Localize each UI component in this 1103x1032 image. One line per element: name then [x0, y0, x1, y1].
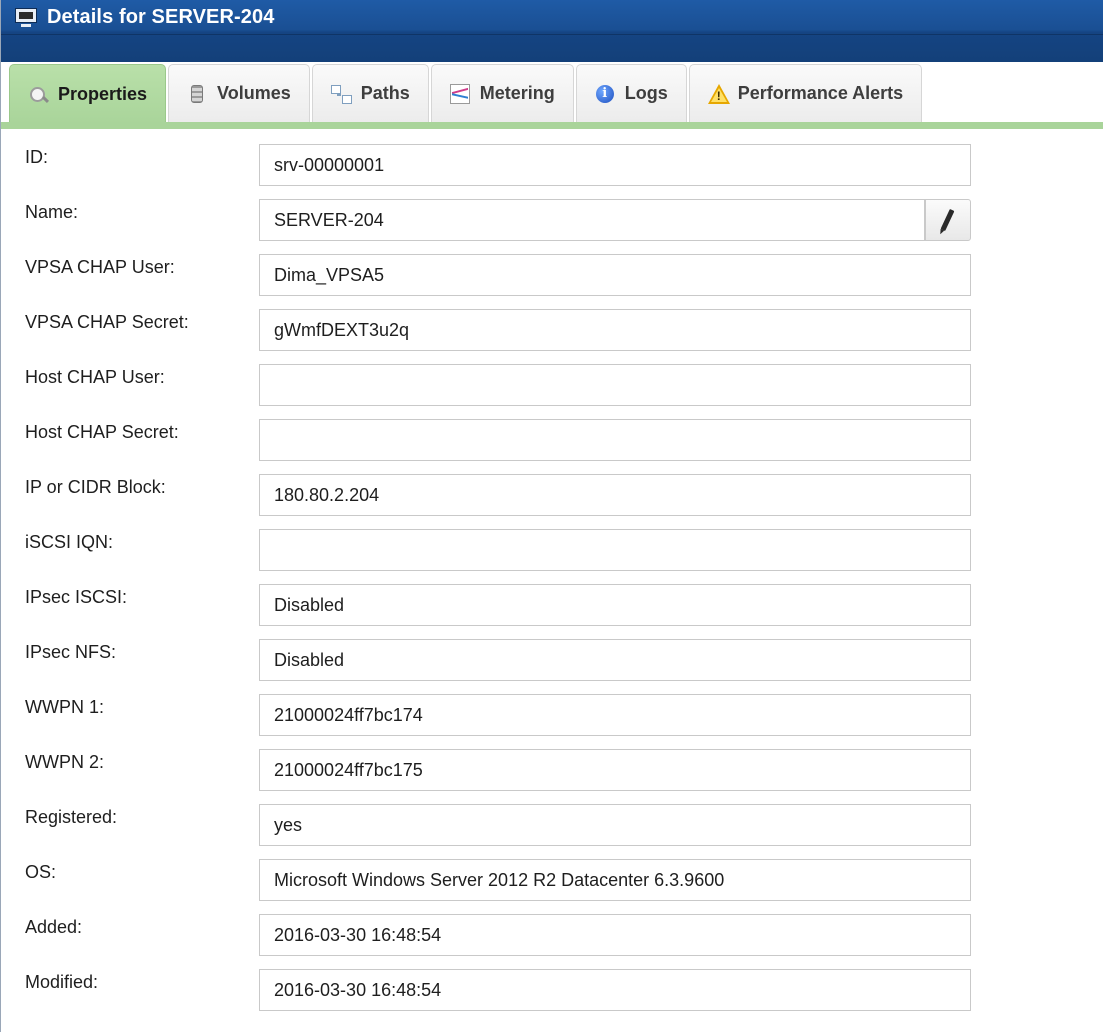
property-row-name: Name: SERVER-204 [1, 185, 1103, 241]
tab-performance-alerts[interactable]: Performance Alerts [688, 64, 923, 122]
tab-label: Paths [360, 83, 410, 103]
tab-label: Metering [479, 83, 555, 103]
registered-field[interactable]: yes [259, 804, 971, 846]
pencil-icon [940, 208, 955, 232]
name-field[interactable]: SERVER-204 [259, 199, 925, 241]
modified-field[interactable]: 2016-03-30 16:48:54 [259, 969, 971, 1011]
property-row-wwpn-1: WWPN 1: 21000024ff7bc174 [1, 680, 1103, 736]
database-icon [187, 84, 207, 104]
property-label: WWPN 2: [25, 752, 104, 772]
property-label: VPSA CHAP User: [25, 257, 175, 277]
vpsa-chap-secret-field[interactable]: gWmfDEXT3u2q [259, 309, 971, 351]
tab-label: Logs [624, 83, 668, 103]
tab-volumes[interactable]: Volumes [168, 64, 310, 122]
property-row-added: Added: 2016-03-30 16:48:54 [1, 900, 1103, 956]
tab-label: Performance Alerts [737, 83, 904, 103]
property-row-ipsec-nfs: IPsec NFS: Disabled [1, 625, 1103, 681]
warning-icon [707, 83, 730, 104]
property-label: ID: [25, 147, 49, 167]
tab-label: Properties [58, 84, 148, 104]
edit-name-button[interactable] [925, 199, 971, 241]
wwpn-1-field[interactable]: 21000024ff7bc174 [259, 694, 971, 736]
property-label: Host CHAP User: [25, 367, 165, 387]
tab-paths[interactable]: Paths [311, 64, 429, 122]
vpsa-chap-user-field[interactable]: Dima_VPSA5 [259, 254, 971, 296]
tab-strip: Properties Volumes Paths Metering Logs P… [1, 62, 1103, 129]
ip-cidr-field[interactable]: 180.80.2.204 [259, 474, 971, 516]
property-row-vpsa-chap-user: VPSA CHAP User: Dima_VPSA5 [1, 240, 1103, 296]
property-row-wwpn-2: WWPN 2: 21000024ff7bc175 [1, 735, 1103, 791]
monitor-icon [15, 7, 37, 28]
property-label: Host CHAP Secret: [25, 422, 179, 442]
property-label: Registered: [25, 807, 118, 827]
added-field[interactable]: 2016-03-30 16:48:54 [259, 914, 971, 956]
property-row-host-chap-secret: Host CHAP Secret: [1, 405, 1103, 461]
ipsec-nfs-field[interactable]: Disabled [259, 639, 971, 681]
host-chap-user-field[interactable] [259, 364, 971, 406]
property-label: WWPN 1: [25, 697, 104, 717]
property-label: OS: [25, 862, 57, 882]
chart-icon [449, 83, 470, 104]
property-row-ip-cidr: IP or CIDR Block: 180.80.2.204 [1, 460, 1103, 516]
property-label: IPsec NFS: [25, 642, 117, 662]
property-row-modified: Modified: 2016-03-30 16:48:54 [1, 955, 1103, 1011]
property-label: IPsec ISCSI: [25, 587, 128, 607]
property-row-vpsa-chap-secret: VPSA CHAP Secret: gWmfDEXT3u2q [1, 295, 1103, 351]
os-field[interactable]: Microsoft Windows Server 2012 R2 Datacen… [259, 859, 971, 901]
details-window: Details for SERVER-204 Properties Volume… [0, 0, 1103, 1032]
property-row-ipsec-iscsi: IPsec ISCSI: Disabled [1, 570, 1103, 626]
tab-label: Volumes [217, 83, 291, 103]
wwpn-2-field[interactable]: 21000024ff7bc175 [259, 749, 971, 791]
property-label: iSCSI IQN: [25, 532, 114, 552]
property-label: Added: [25, 917, 83, 937]
tab-properties[interactable]: Properties [9, 64, 167, 124]
window-title: Details for SERVER-204 [47, 6, 275, 28]
id-field[interactable]: srv-00000001 [259, 144, 971, 186]
info-icon [595, 84, 615, 104]
property-row-iscsi-iqn: iSCSI IQN: [1, 515, 1103, 571]
paths-icon [330, 84, 352, 104]
property-row-registered: Registered: yes [1, 790, 1103, 846]
tab-logs[interactable]: Logs [575, 64, 687, 122]
magnifier-icon [28, 85, 48, 105]
iscsi-iqn-field[interactable] [259, 529, 971, 571]
property-label: IP or CIDR Block: [25, 477, 166, 497]
ipsec-iscsi-field[interactable]: Disabled [259, 584, 971, 626]
property-row-os: OS: Microsoft Windows Server 2012 R2 Dat… [1, 845, 1103, 901]
property-row-host-chap-user: Host CHAP User: [1, 350, 1103, 406]
properties-form: ID: srv-00000001 Name: SERVER-204 VPSA C… [1, 130, 1103, 1011]
property-row-id: ID: srv-00000001 [1, 130, 1103, 186]
title-bar: Details for SERVER-204 [1, 0, 1103, 62]
host-chap-secret-field[interactable] [259, 419, 971, 461]
tab-underline [1, 122, 1103, 129]
property-label: VPSA CHAP Secret: [25, 312, 189, 332]
property-label: Modified: [25, 972, 99, 992]
tab-metering[interactable]: Metering [430, 64, 574, 122]
property-label: Name: [25, 202, 79, 222]
